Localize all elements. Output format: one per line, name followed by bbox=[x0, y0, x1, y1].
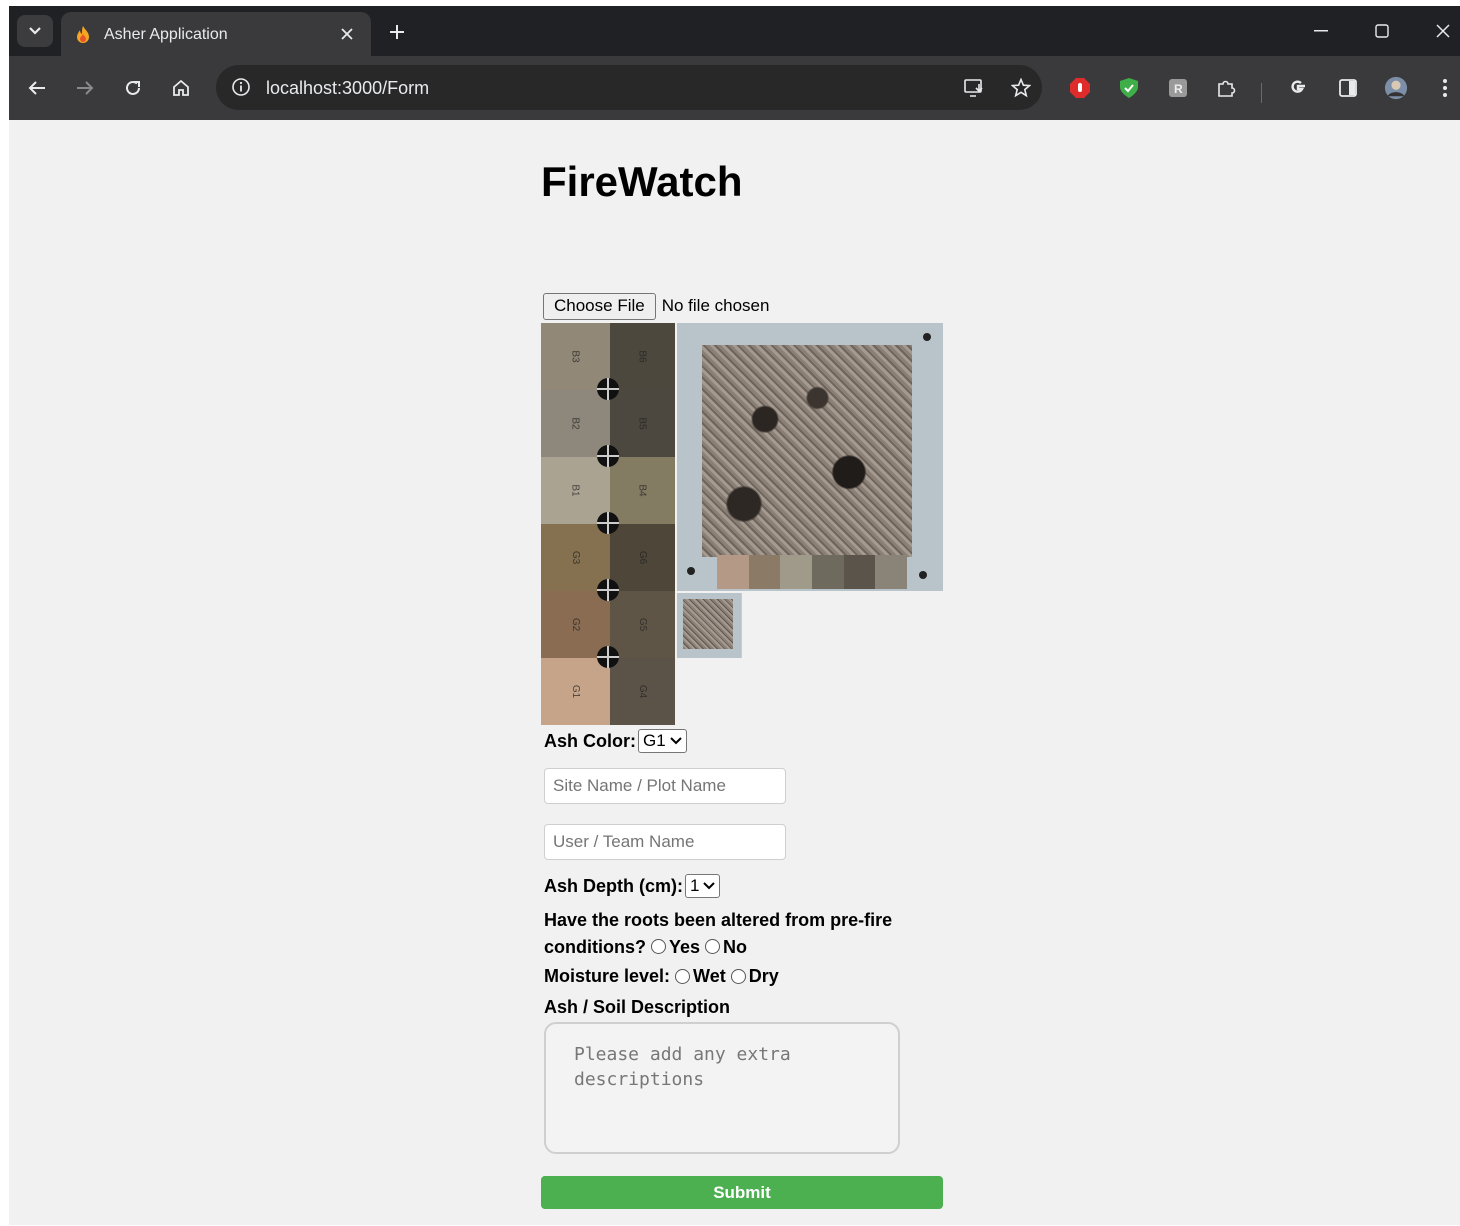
tab-asher-application[interactable]: Asher Application bbox=[61, 12, 371, 56]
back-arrow-icon[interactable] bbox=[25, 76, 49, 100]
user-name-input[interactable] bbox=[544, 824, 786, 860]
site-name-input[interactable] bbox=[544, 768, 786, 804]
google-icon[interactable] bbox=[1286, 76, 1310, 100]
photo-color-strip bbox=[717, 555, 908, 589]
sample-plot bbox=[702, 345, 912, 557]
adblock-icon[interactable] bbox=[1068, 76, 1092, 100]
registration-mark bbox=[597, 445, 619, 467]
side-panel-icon[interactable] bbox=[1336, 76, 1360, 100]
color-chip-label: G2 bbox=[570, 617, 581, 632]
tab-title: Asher Application bbox=[104, 26, 228, 43]
roots-yes-label: Yes bbox=[669, 937, 701, 957]
ash-color-row: Ash Color: G1 bbox=[544, 729, 687, 753]
url-text: localhost:3000/Form bbox=[266, 78, 430, 98]
chevron-down-icon bbox=[703, 882, 716, 890]
address-bar[interactable]: localhost:3000/Form bbox=[216, 65, 1042, 110]
ash-depth-selected: 1 bbox=[690, 876, 700, 895]
roots-no-label: No bbox=[723, 937, 748, 957]
svg-text:R: R bbox=[1174, 82, 1183, 96]
page-content: FireWatch Choose File No file chosen B3 B… bbox=[9, 120, 1460, 1225]
color-chip-label: B5 bbox=[636, 417, 648, 430]
ash-depth-select[interactable]: 1 bbox=[685, 874, 721, 898]
roots-question: Have the roots been altered from pre-fir… bbox=[544, 907, 924, 961]
photo-thumbnail[interactable] bbox=[677, 593, 742, 658]
submit-button[interactable]: Submit bbox=[541, 1176, 943, 1209]
moisture-dry-radio[interactable] bbox=[730, 969, 746, 984]
ash-sample-photo bbox=[677, 323, 943, 591]
color-chip-label: G5 bbox=[637, 617, 648, 632]
color-chip-label: B1 bbox=[569, 484, 581, 497]
install-app-icon[interactable] bbox=[963, 76, 987, 100]
description-label: Ash / Soil Description bbox=[544, 997, 731, 1017]
color-chip-g5: G5 bbox=[610, 591, 675, 658]
browser-toolbar: localhost:3000/Form R bbox=[9, 56, 1460, 120]
ash-color-select[interactable]: G1 bbox=[638, 729, 687, 753]
file-input: Choose File No file chosen bbox=[543, 292, 769, 320]
page-title: FireWatch bbox=[541, 158, 743, 205]
color-chip-g4: G4 bbox=[610, 658, 675, 725]
moisture-row: Moisture level: Wet Dry bbox=[544, 966, 779, 987]
close-icon[interactable] bbox=[337, 24, 357, 44]
tab-bar: Asher Application bbox=[9, 6, 1460, 56]
file-status: No file chosen bbox=[661, 296, 770, 315]
registration-mark bbox=[597, 378, 619, 400]
registration-mark bbox=[597, 512, 619, 534]
color-chip-g1: G1 bbox=[541, 658, 610, 725]
color-chip-b5: B5 bbox=[610, 390, 675, 457]
extension-r-icon[interactable]: R bbox=[1166, 76, 1190, 100]
moisture-label: Moisture level: bbox=[544, 966, 671, 986]
toolbar-separator bbox=[1261, 83, 1262, 103]
chevron-down-icon[interactable] bbox=[17, 15, 53, 47]
bolt bbox=[687, 567, 695, 575]
color-chip-b6: B6 bbox=[610, 323, 675, 390]
info-icon[interactable] bbox=[230, 76, 252, 98]
maximize-icon[interactable] bbox=[1368, 18, 1396, 44]
shield-icon[interactable] bbox=[1117, 76, 1141, 100]
color-chip-label: G3 bbox=[570, 550, 581, 565]
close-window-icon[interactable] bbox=[1429, 18, 1457, 44]
forward-arrow-icon[interactable] bbox=[73, 76, 97, 100]
avatar-icon[interactable] bbox=[1384, 76, 1408, 100]
description-textarea[interactable] bbox=[544, 1022, 900, 1154]
bolt bbox=[923, 333, 931, 341]
moisture-wet-label: Wet bbox=[693, 966, 726, 986]
bolt bbox=[919, 571, 927, 579]
color-chip-label: B3 bbox=[569, 350, 581, 363]
fire-icon bbox=[73, 25, 91, 43]
roots-no-radio[interactable] bbox=[705, 939, 721, 954]
plus-icon[interactable] bbox=[385, 20, 409, 44]
ash-depth-row: Ash Depth (cm): 1 bbox=[544, 874, 721, 898]
choose-file-button[interactable]: Choose File bbox=[543, 292, 656, 320]
puzzle-icon[interactable] bbox=[1214, 76, 1238, 100]
ash-color-label: Ash Color: bbox=[544, 730, 636, 751]
star-icon[interactable] bbox=[1009, 76, 1033, 100]
color-chip-g6: G6 bbox=[610, 524, 675, 591]
color-chip-label: B4 bbox=[636, 484, 648, 497]
color-chip-label: G4 bbox=[637, 684, 648, 699]
color-chip-label: G6 bbox=[637, 550, 648, 565]
moisture-wet-radio[interactable] bbox=[675, 969, 691, 984]
color-chip-label: G1 bbox=[570, 684, 581, 699]
thumbnail-sample bbox=[683, 599, 733, 649]
chevron-down-icon bbox=[669, 737, 682, 745]
kebab-menu-icon[interactable] bbox=[1433, 76, 1457, 100]
color-chip-label: B2 bbox=[569, 417, 581, 430]
browser-window: Asher Application localhost:3000/Form R … bbox=[9, 6, 1460, 1225]
moisture-dry-label: Dry bbox=[748, 966, 779, 986]
ash-color-selected: G1 bbox=[643, 731, 666, 750]
reload-icon[interactable] bbox=[121, 76, 145, 100]
minimize-icon[interactable] bbox=[1307, 18, 1335, 44]
ash-depth-label: Ash Depth (cm): bbox=[544, 875, 683, 896]
home-icon[interactable] bbox=[169, 76, 193, 100]
roots-yes-radio[interactable] bbox=[651, 939, 666, 954]
registration-mark bbox=[597, 579, 619, 601]
color-chip-label: B6 bbox=[636, 350, 648, 363]
color-chip-b4: B4 bbox=[610, 457, 675, 524]
registration-mark bbox=[597, 646, 619, 668]
